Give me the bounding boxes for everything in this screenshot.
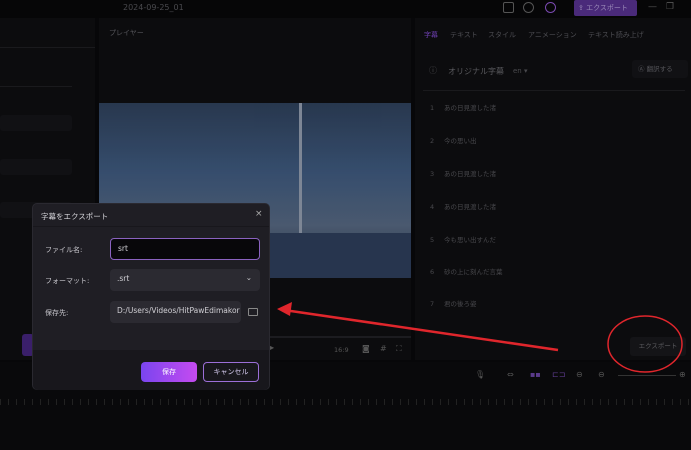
annotation-overlay bbox=[277, 302, 683, 373]
arrow-head bbox=[277, 302, 292, 316]
annotation-circle bbox=[607, 315, 683, 373]
annotation-arrow bbox=[283, 308, 559, 352]
